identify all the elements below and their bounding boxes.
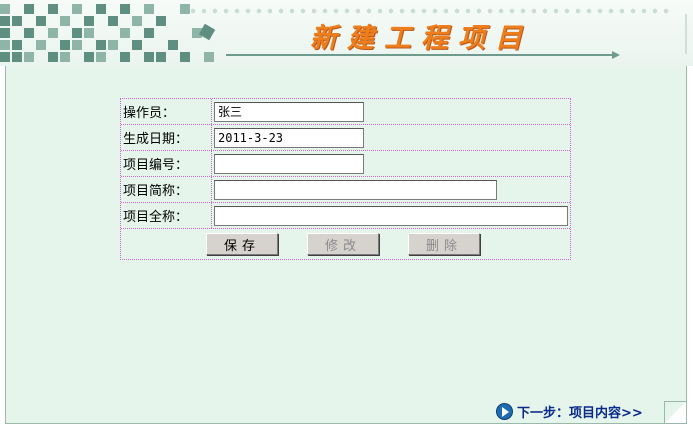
mosaic-tile	[12, 52, 22, 62]
form-row-project-full-name: 项目全称：	[121, 203, 570, 229]
form-row-operator: 操作员：	[121, 99, 570, 125]
next-step-link[interactable]: 下一步：项目内容>>	[496, 402, 643, 421]
mosaic-tile	[48, 4, 58, 14]
mosaic-tile	[144, 52, 154, 62]
mosaic-tile	[0, 28, 10, 38]
mosaic-tile	[72, 40, 82, 50]
mosaic-tile	[72, 28, 82, 38]
mosaic-tile	[204, 52, 214, 62]
mosaic-tile	[156, 52, 166, 62]
mosaic-tile	[0, 40, 10, 50]
mosaic-tile	[84, 16, 94, 26]
main-panel: 操作员： 生成日期： 项目编号： 项目简称： 项目全称： 保存 修改 删除 下一…	[5, 66, 687, 424]
mosaic-tile	[120, 4, 130, 14]
delete-button[interactable]: 删除	[408, 233, 480, 255]
page-header: 新建工程项目	[0, 0, 693, 66]
form-button-row: 保存 修改 删除	[121, 229, 570, 259]
mosaic-tile	[60, 16, 70, 26]
project-short-name-label: 项目简称：	[121, 177, 212, 202]
project-code-field[interactable]	[214, 153, 364, 174]
mosaic-tile	[180, 4, 190, 14]
next-step-label: 下一步：项目内容>>	[517, 406, 643, 421]
mosaic-tile	[12, 16, 22, 26]
mosaic-tile	[96, 40, 106, 50]
header-arrow-line	[226, 51, 620, 59]
mosaic-tile	[24, 4, 34, 14]
mosaic-tile	[60, 40, 70, 50]
project-short-name-field[interactable]	[214, 179, 497, 200]
mosaic-tile	[36, 16, 46, 26]
form-row-project-short-name: 项目简称：	[121, 177, 570, 203]
mosaic-tile	[48, 28, 58, 38]
header-corner-decoration	[675, 14, 687, 54]
project-full-name-field[interactable]	[214, 205, 568, 226]
edit-button[interactable]: 修改	[307, 233, 379, 255]
mosaic-tile	[36, 40, 46, 50]
mosaic-tile	[132, 16, 142, 26]
page-curl-decoration	[664, 401, 686, 423]
mosaic-tile	[0, 16, 10, 26]
mosaic-tile	[108, 40, 118, 50]
operator-field[interactable]	[214, 101, 364, 122]
form-row-create-date: 生成日期：	[121, 125, 570, 151]
mosaic-tile	[84, 52, 94, 62]
new-project-form: 操作员： 生成日期： 项目编号： 项目简称： 项目全称： 保存 修改 删除	[120, 98, 571, 260]
mosaic-tile	[120, 52, 130, 62]
mosaic-tile	[144, 28, 154, 38]
mosaic-tile	[72, 4, 82, 14]
mosaic-tile	[156, 16, 166, 26]
mosaic-tile	[144, 4, 154, 14]
mosaic-tile	[0, 4, 10, 14]
mosaic-tile	[180, 52, 190, 62]
project-code-label: 项目编号：	[121, 151, 212, 176]
page-title: 新建工程项目	[310, 23, 532, 54]
save-button[interactable]: 保存	[206, 233, 278, 255]
mosaic-tile	[132, 40, 142, 50]
mosaic-tile	[60, 52, 70, 62]
create-date-label: 生成日期：	[121, 125, 212, 150]
mosaic-tile	[24, 52, 34, 62]
mosaic-tile	[96, 4, 106, 14]
arrow-circle-right-icon	[496, 403, 513, 420]
mosaic-tile	[0, 52, 10, 62]
project-full-name-label: 项目全称：	[121, 203, 212, 228]
mosaic-tile	[168, 40, 178, 50]
mosaic-tile	[24, 28, 34, 38]
mosaic-tile	[108, 16, 118, 26]
mosaic-tile	[48, 52, 58, 62]
mosaic-tile	[120, 28, 130, 38]
operator-label: 操作员：	[121, 99, 212, 124]
create-date-field[interactable]	[214, 127, 364, 148]
header-mosaic-decoration	[0, 0, 220, 66]
form-row-project-code: 项目编号：	[121, 151, 570, 177]
mosaic-tile	[12, 40, 22, 50]
mosaic-tile	[96, 52, 106, 62]
mosaic-tile	[84, 28, 94, 38]
